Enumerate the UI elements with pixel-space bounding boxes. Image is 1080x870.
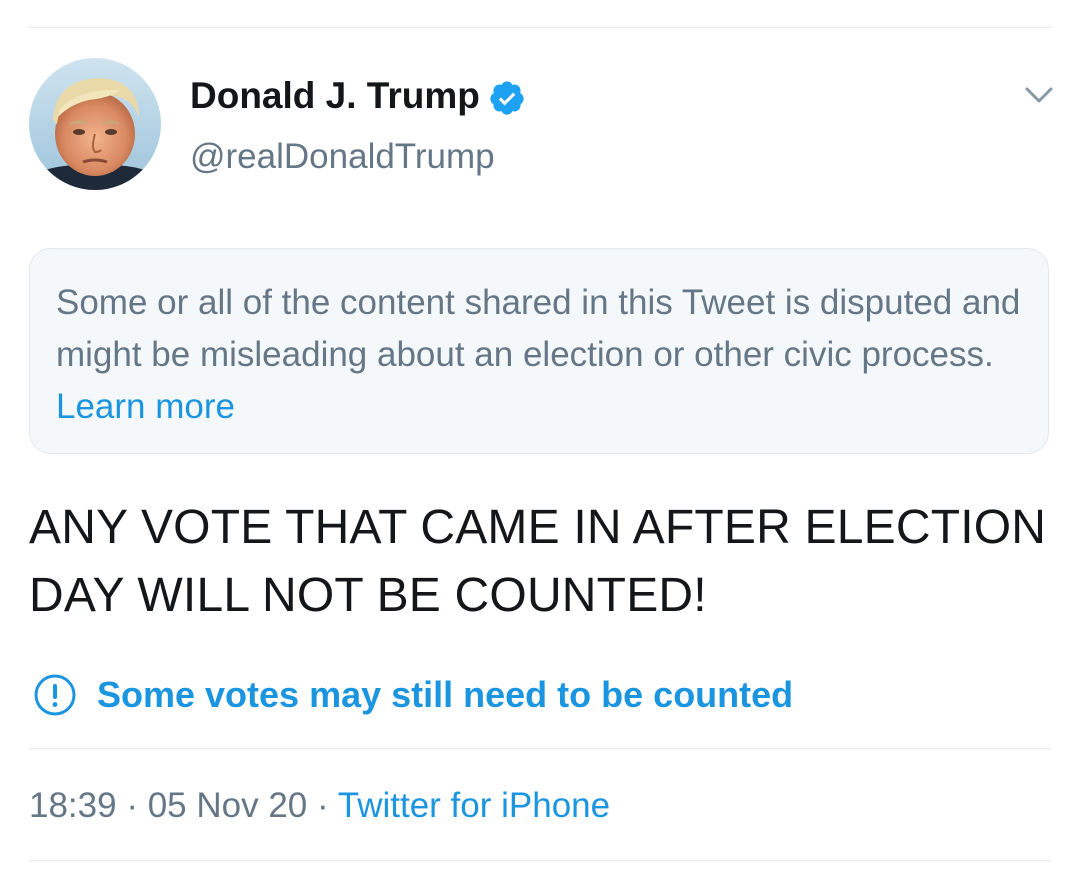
divider [29, 860, 1051, 861]
user-handle[interactable]: @realDonaldTrump [190, 136, 495, 178]
top-divider [28, 27, 1052, 28]
election-label-text: Some votes may still need to be counted [97, 674, 794, 715]
tweet-date[interactable]: 05 Nov 20 [148, 786, 308, 825]
learn-more-link[interactable]: Learn more [56, 387, 235, 426]
avatar-photo [29, 58, 161, 190]
election-label-link[interactable]: Some votes may still need to be counted [33, 670, 793, 720]
tweet-source-link[interactable]: Twitter for iPhone [338, 786, 610, 825]
tweet-time[interactable]: 18:39 [29, 786, 117, 825]
notice-text: Some or all of the content shared in thi… [56, 283, 1021, 374]
misinformation-notice: Some or all of the content shared in thi… [29, 248, 1049, 454]
exclamation-circle-icon [34, 674, 76, 716]
divider [29, 748, 1051, 749]
avatar[interactable] [29, 58, 161, 190]
meta-separator: · [307, 786, 338, 825]
tweet-text: ANY VOTE THAT CAME IN AFTER ELECTION DAY… [29, 501, 1047, 622]
chevron-down-icon[interactable] [1022, 82, 1056, 108]
tweet-metadata: 18:39 · 05 Nov 20 · Twitter for iPhone [29, 784, 610, 828]
display-name[interactable]: Donald J. Trump [190, 74, 480, 118]
meta-separator: · [116, 786, 148, 825]
verified-badge-icon [490, 81, 524, 115]
